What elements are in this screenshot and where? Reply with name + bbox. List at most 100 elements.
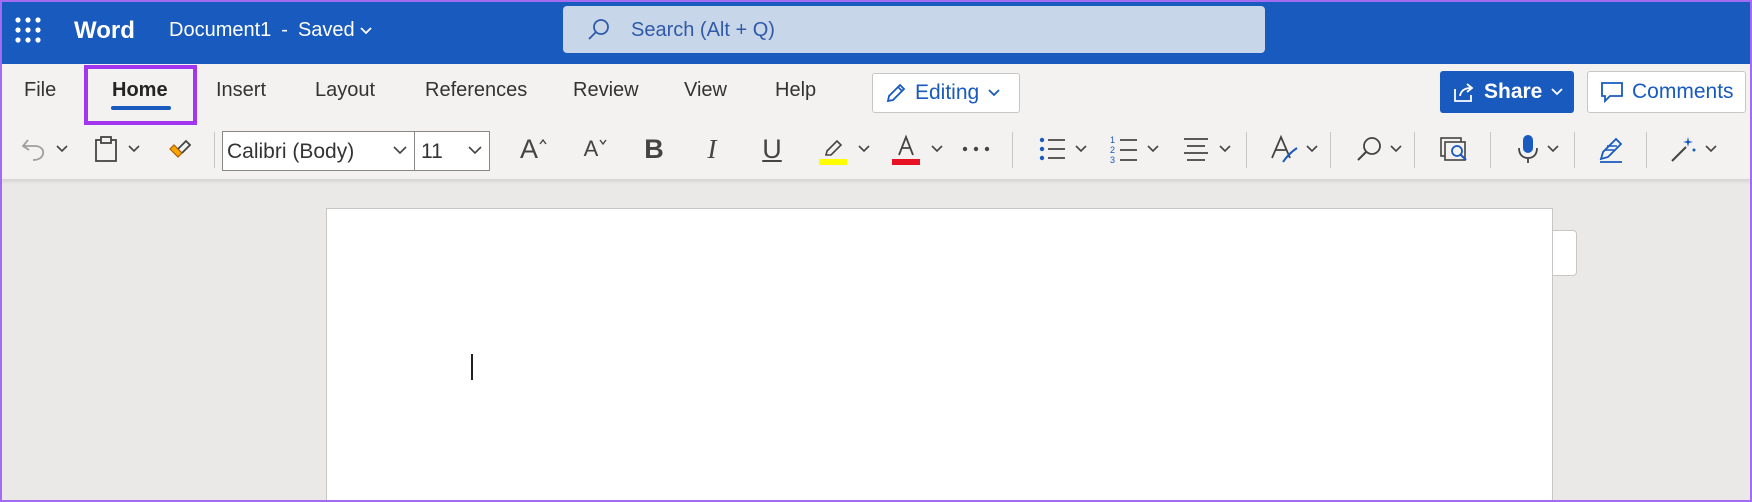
editor-pen-icon [1599, 137, 1623, 163]
search-input[interactable]: Search (Alt + Q) [563, 6, 1265, 53]
find-icon [1357, 137, 1381, 161]
numbered-list-icon: 123 [1110, 135, 1137, 164]
styles-button[interactable] [1264, 118, 1324, 180]
grow-font-button[interactable]: A [512, 118, 556, 180]
underline-glyph: U [762, 133, 782, 164]
editor-pen-button[interactable] [1590, 118, 1632, 180]
svg-text:2: 2 [1110, 145, 1115, 155]
chevron-down-icon [1551, 88, 1564, 96]
editing-mode-label: Editing [915, 81, 980, 104]
highlight-color-button[interactable] [815, 118, 873, 180]
find-button[interactable] [1350, 118, 1408, 180]
toolbar-divider [1414, 132, 1415, 168]
comment-icon [1601, 82, 1623, 103]
document-page[interactable] [326, 208, 1553, 502]
numbering-button[interactable]: 123 [1106, 118, 1164, 180]
search-placeholder: Search (Alt + Q) [631, 19, 775, 41]
magic-wand-icon [1671, 137, 1696, 162]
bold-glyph: B [644, 133, 664, 164]
tab-insert[interactable]: Insert [216, 79, 266, 102]
tab-layout[interactable]: Layout [315, 79, 375, 102]
chevron-down-icon [128, 145, 140, 153]
styles-icon [1271, 134, 1298, 163]
chevron-down-icon [1705, 145, 1717, 153]
more-icon [962, 146, 990, 152]
save-status: Saved [297, 19, 355, 41]
chevron-down-icon [858, 145, 870, 153]
document-name: Document1 [169, 19, 272, 41]
bold-button[interactable]: B [634, 118, 674, 180]
editor-button[interactable] [1432, 118, 1476, 180]
toolbar-divider [1330, 132, 1331, 168]
toolbar-divider [1246, 132, 1247, 168]
tab-help[interactable]: Help [775, 79, 816, 102]
dictate-button[interactable] [1508, 118, 1568, 180]
shrink-font-glyph: A [583, 136, 599, 161]
search-icon [588, 19, 609, 40]
chevron-down-icon [1219, 145, 1231, 153]
undo-button[interactable] [14, 118, 74, 180]
chevron-down-icon [468, 146, 482, 155]
document-search-icon [1440, 137, 1467, 161]
chevron-down-icon [1390, 145, 1402, 153]
format-painter-button[interactable] [160, 118, 200, 180]
tab-file[interactable]: File [24, 79, 56, 102]
format-painter-icon [169, 139, 192, 158]
comments-button[interactable]: Comments [1587, 71, 1746, 113]
chevron-down-icon [931, 145, 943, 153]
highlighter-icon [819, 139, 847, 165]
italic-button[interactable]: I [692, 118, 732, 180]
toolbar-divider [1012, 132, 1013, 168]
font-color-button[interactable] [888, 118, 946, 180]
app-name[interactable]: Word [74, 17, 135, 45]
editing-mode-button[interactable]: Editing [872, 73, 1020, 113]
toolbar-divider [214, 132, 215, 168]
svg-text:3: 3 [1110, 155, 1115, 164]
clipboard-icon [95, 136, 117, 162]
title-bar: Word Document1 - Saved Search (Alt + Q) [0, 0, 1752, 64]
font-size-select[interactable]: 11 [414, 131, 490, 171]
chevron-down-icon [1547, 145, 1559, 153]
underline-button[interactable]: U [752, 118, 792, 180]
italic-glyph: I [707, 133, 717, 164]
svg-text:1: 1 [1110, 135, 1115, 145]
chevron-down-icon [988, 89, 1000, 97]
chevron-down-icon [1075, 145, 1087, 153]
tab-review[interactable]: Review [573, 79, 639, 102]
chevron-down-icon [393, 146, 407, 155]
tab-view[interactable]: View [684, 79, 727, 102]
designer-button[interactable] [1662, 118, 1724, 180]
paste-button[interactable] [88, 118, 146, 180]
microphone-icon [1518, 135, 1538, 163]
active-tab-indicator [111, 106, 171, 110]
toolbar-divider [1574, 132, 1575, 168]
title-separator: - [281, 19, 288, 41]
caret-down-icon [599, 139, 607, 146]
tab-home-highlight [84, 65, 197, 125]
document-title[interactable]: Document1 - Saved [169, 19, 373, 42]
bullets-button[interactable] [1034, 118, 1092, 180]
chevron-down-icon [1306, 145, 1318, 153]
chevron-down-icon [360, 26, 372, 34]
chevron-down-icon [56, 145, 68, 153]
caret-up-icon [539, 138, 547, 145]
font-name-value: Calibri (Body) [227, 140, 355, 163]
font-name-select[interactable]: Calibri (Body) [222, 131, 414, 171]
bullet-list-icon [1039, 137, 1065, 161]
tab-references[interactable]: References [425, 79, 527, 102]
undo-icon [21, 139, 45, 161]
align-center-icon [1184, 138, 1208, 161]
chevron-down-icon [1147, 145, 1159, 153]
alignment-button[interactable] [1178, 118, 1236, 180]
shrink-font-button[interactable]: A [574, 118, 618, 180]
font-size-value: 11 [421, 140, 443, 163]
comments-label: Comments [1632, 80, 1734, 103]
toolbar-divider [1490, 132, 1491, 168]
toolbar-divider [1646, 132, 1647, 168]
app-launcher-icon[interactable] [14, 16, 42, 44]
text-cursor [471, 354, 473, 380]
grow-font-glyph: A [519, 133, 538, 164]
more-options-button[interactable] [958, 118, 994, 180]
share-button[interactable]: Share [1440, 71, 1574, 113]
page-side-tab[interactable] [1553, 230, 1577, 276]
